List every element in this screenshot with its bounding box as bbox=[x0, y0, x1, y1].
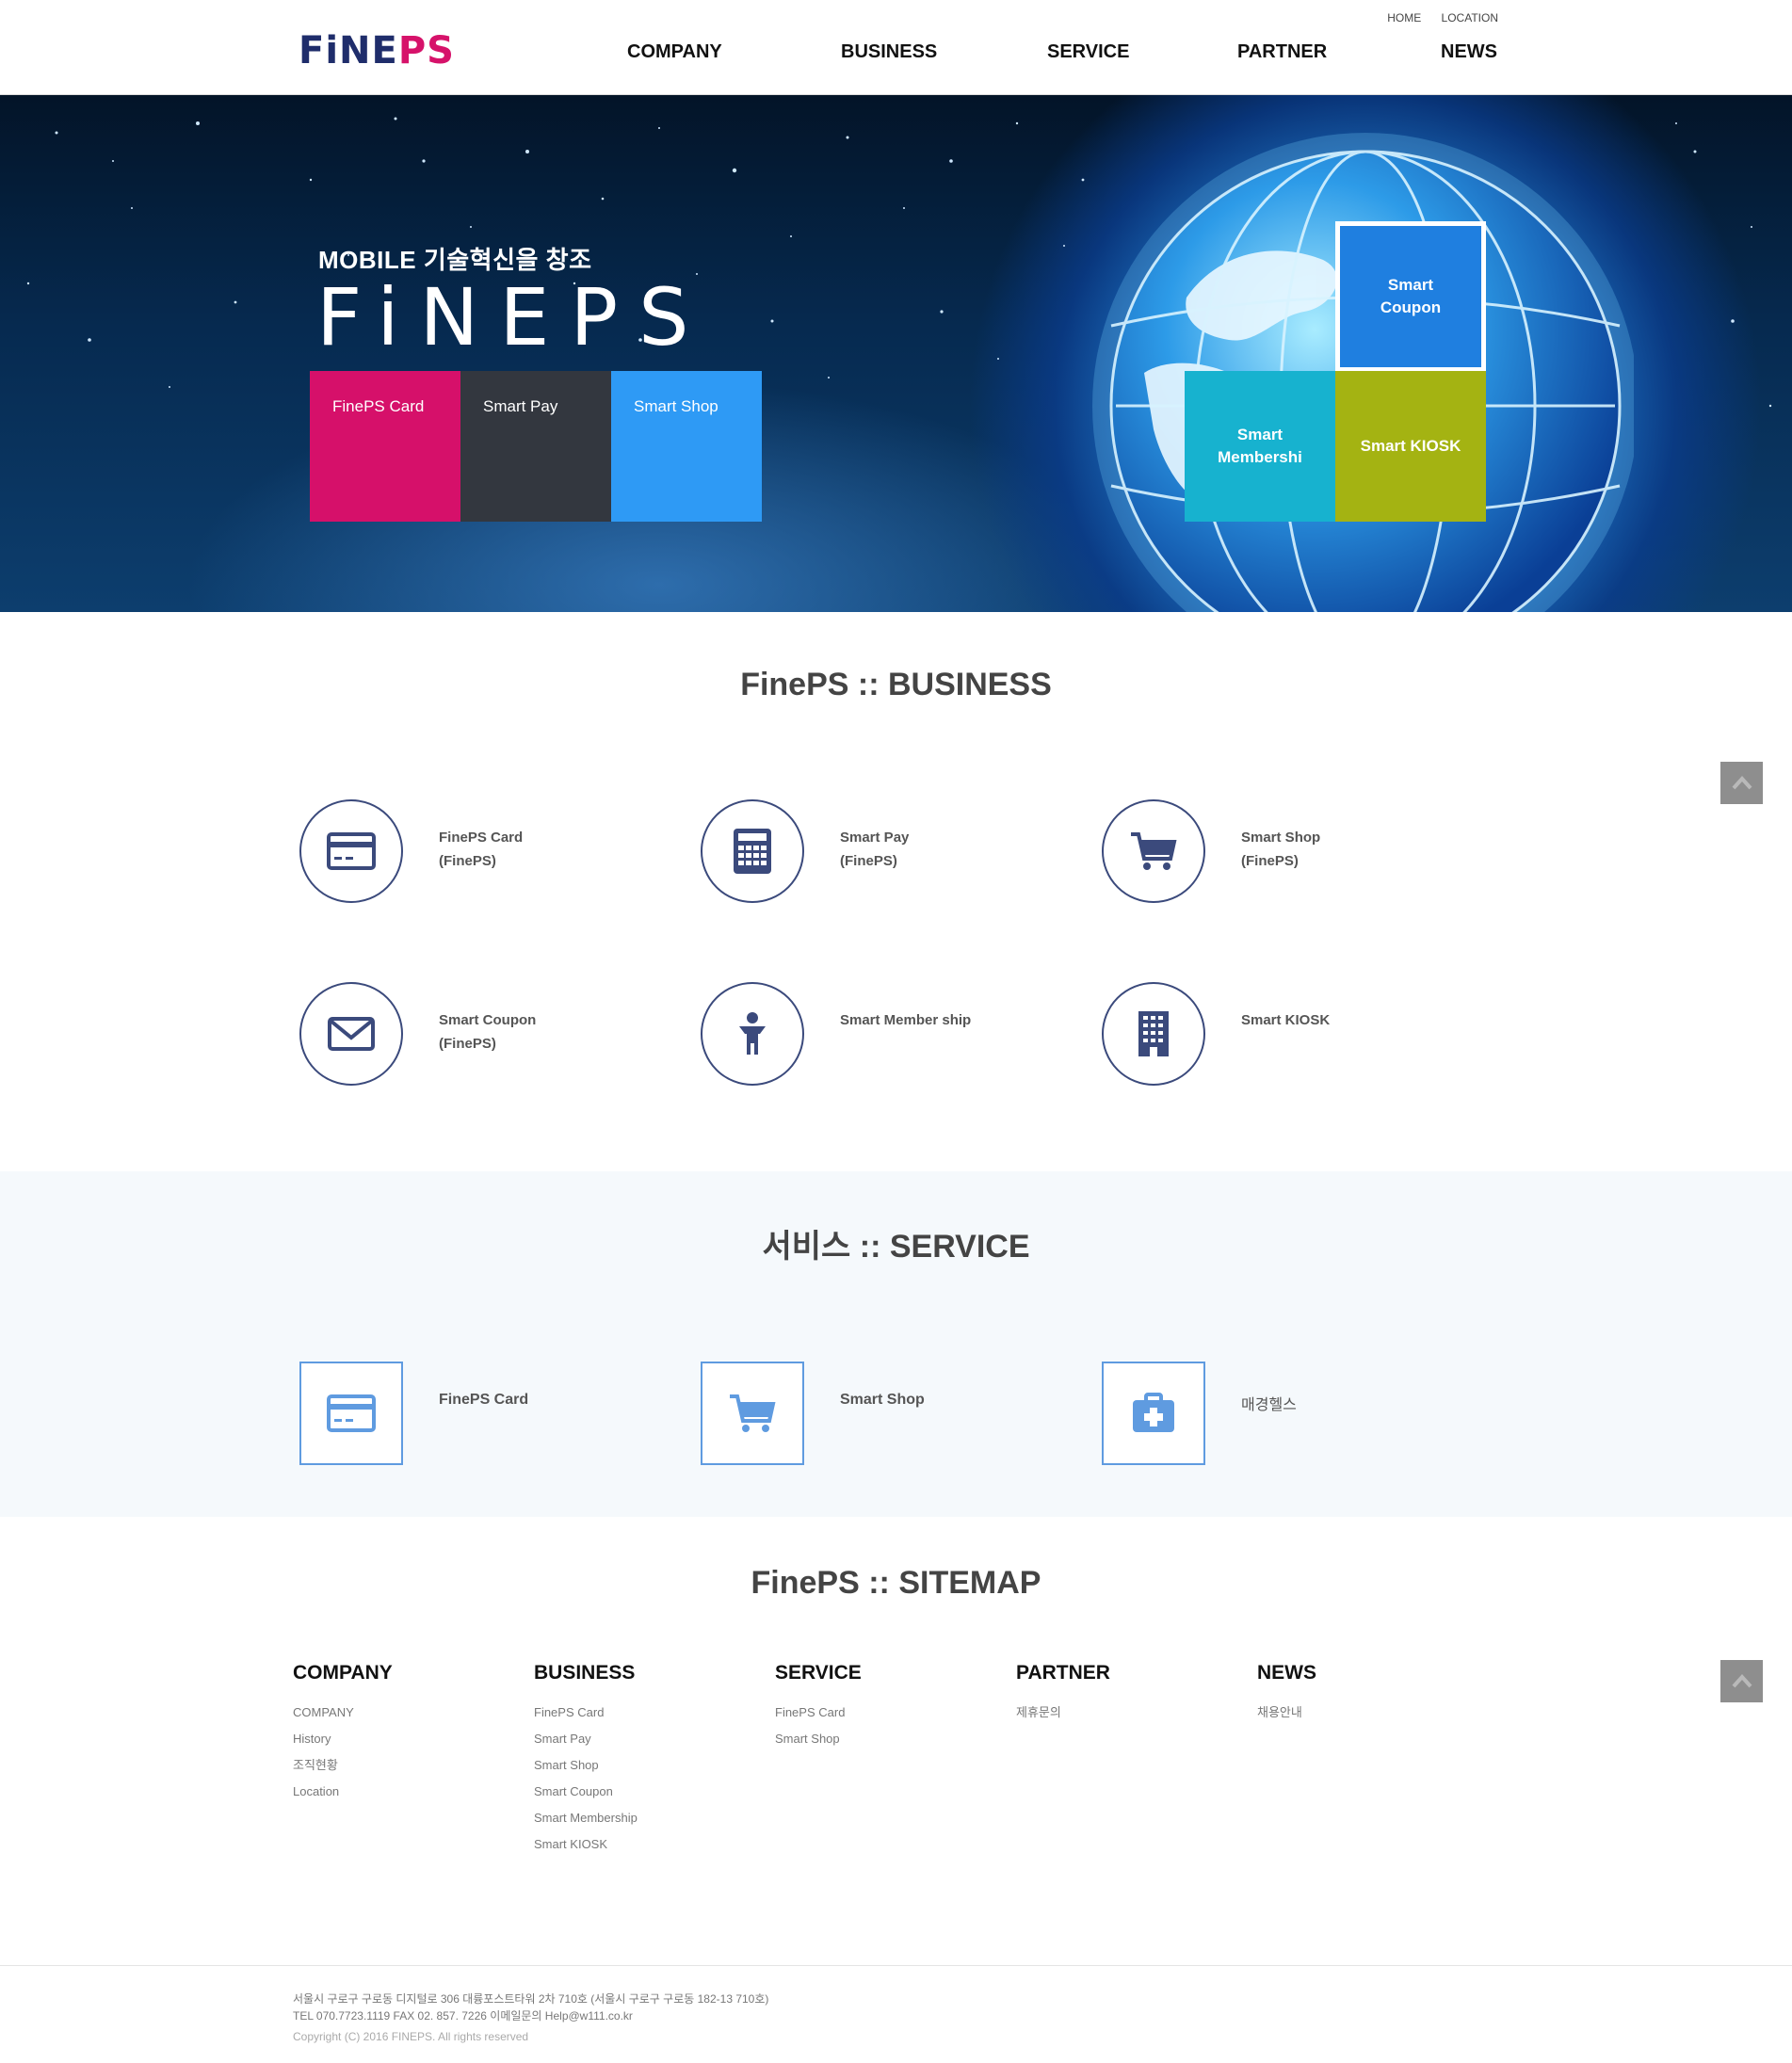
service-icon-shop[interactable] bbox=[701, 1362, 804, 1465]
scroll-top-button-2[interactable] bbox=[1720, 1660, 1763, 1702]
hero-box-fineps-card[interactable]: FinePS Card bbox=[310, 371, 460, 522]
sitemap-column-partner: PARTNER 제휴문의 bbox=[1016, 1662, 1223, 1726]
sitemap-link[interactable]: 조직현황 bbox=[293, 1752, 500, 1779]
sitemap-link[interactable]: Smart Coupon bbox=[534, 1779, 741, 1805]
sitemap-link[interactable]: Smart KIOSK bbox=[534, 1831, 741, 1858]
business-item-shop[interactable]: Smart Shop (FinePS) bbox=[1241, 826, 1320, 873]
cart-icon bbox=[730, 1394, 776, 1432]
service-item-card[interactable]: FinePS Card bbox=[439, 1392, 528, 1409]
service-icon-card[interactable] bbox=[299, 1362, 403, 1465]
business-icon-coupon[interactable] bbox=[299, 982, 403, 1086]
credit-card-icon bbox=[327, 832, 376, 870]
home-link[interactable]: HOME bbox=[1387, 11, 1421, 24]
business-icon-card[interactable] bbox=[299, 799, 403, 903]
business-title: FinePS :: BUSINESS bbox=[740, 667, 1052, 702]
sitemap-heading[interactable]: BUSINESS bbox=[534, 1662, 741, 1684]
hero-box-smart-shop[interactable]: Smart Shop bbox=[611, 371, 762, 522]
sitemap-link[interactable]: 채용안내 bbox=[1257, 1700, 1464, 1726]
footer-divider bbox=[0, 1965, 1792, 1966]
sitemap-column-news: NEWS 채용안내 bbox=[1257, 1662, 1464, 1726]
nav-news[interactable]: NEWS bbox=[1441, 41, 1497, 63]
medical-kit-icon bbox=[1133, 1393, 1174, 1432]
sitemap-column-company: COMPANY COMPANY History 조직현황 Location bbox=[293, 1662, 500, 1805]
tile-smart-kiosk[interactable]: Smart KIOSK bbox=[1335, 371, 1486, 522]
scroll-top-button[interactable] bbox=[1720, 762, 1763, 804]
footer-contact: TEL 070.7723.1119 FAX 02. 857. 7226 이메일문… bbox=[293, 2009, 633, 2023]
logo[interactable]: FiNEPS bbox=[299, 32, 455, 70]
envelope-icon bbox=[328, 1017, 375, 1051]
sitemap-link[interactable]: Smart Pay bbox=[534, 1726, 741, 1752]
sitemap-link[interactable]: COMPANY bbox=[293, 1700, 500, 1726]
sitemap-heading[interactable]: SERVICE bbox=[775, 1662, 982, 1684]
person-icon bbox=[739, 1012, 766, 1055]
business-item-kiosk[interactable]: Smart KIOSK bbox=[1241, 1008, 1330, 1032]
nav-service[interactable]: SERVICE bbox=[1047, 41, 1129, 63]
business-item-card[interactable]: FinePS Card (FinePS) bbox=[439, 826, 523, 873]
footer-address: 서울시 구로구 구로동 디지털로 306 대륭포스트타워 2차 710호 (서울… bbox=[293, 1992, 769, 2006]
sitemap-link[interactable]: FinePS Card bbox=[775, 1700, 982, 1726]
sitemap-link[interactable]: Location bbox=[293, 1779, 500, 1805]
location-link[interactable]: LOCATION bbox=[1442, 11, 1498, 24]
calculator-icon bbox=[734, 829, 771, 874]
footer-copyright: Copyright (C) 2016 FINEPS. All rights re… bbox=[293, 2030, 529, 2043]
sitemap-link[interactable]: Smart Shop bbox=[534, 1752, 741, 1779]
business-item-coupon[interactable]: Smart Coupon (FinePS) bbox=[439, 1008, 536, 1056]
nav-company[interactable]: COMPANY bbox=[627, 41, 722, 63]
credit-card-icon bbox=[327, 1394, 376, 1432]
business-icon-membership[interactable] bbox=[701, 982, 804, 1086]
sitemap-heading[interactable]: NEWS bbox=[1257, 1662, 1464, 1684]
sitemap-heading[interactable]: COMPANY bbox=[293, 1662, 500, 1684]
chevron-up-icon bbox=[1732, 776, 1752, 790]
footer: 서울시 구로구 구로동 디지털로 306 대륭포스트타워 2차 710호 (서울… bbox=[293, 1990, 768, 2045]
business-icon-pay[interactable] bbox=[701, 799, 804, 903]
hero-banner: MOBILE 기술혁신을 창조 FiNEPS FinePS Card Smart… bbox=[0, 95, 1792, 612]
sitemap-link[interactable]: History bbox=[293, 1726, 500, 1752]
header: FiNEPS HOME LOCATION COMPANY BUSINESS SE… bbox=[0, 0, 1792, 95]
sitemap-link[interactable]: Smart Shop bbox=[775, 1726, 982, 1752]
sitemap-heading[interactable]: PARTNER bbox=[1016, 1662, 1223, 1684]
globe-graphic bbox=[1092, 133, 1634, 612]
hero-title: FiNEPS bbox=[316, 271, 710, 363]
business-icon-shop[interactable] bbox=[1102, 799, 1205, 903]
sitemap-link[interactable]: 제휴문의 bbox=[1016, 1700, 1223, 1726]
cart-icon bbox=[1131, 832, 1177, 870]
sitemap-column-business: BUSINESS FinePS Card Smart Pay Smart Sho… bbox=[534, 1662, 741, 1858]
business-item-membership[interactable]: Smart Member ship bbox=[840, 1008, 971, 1032]
sitemap-column-service: SERVICE FinePS Card Smart Shop bbox=[775, 1662, 982, 1752]
service-item-health[interactable]: 매경헬스 bbox=[1241, 1392, 1297, 1414]
service-title: 서비스 :: SERVICE bbox=[762, 1229, 1030, 1265]
business-icon-kiosk[interactable] bbox=[1102, 982, 1205, 1086]
tile-smart-coupon[interactable]: Smart Coupon bbox=[1335, 221, 1486, 372]
sitemap-link[interactable]: FinePS Card bbox=[534, 1700, 741, 1726]
service-item-shop[interactable]: Smart Shop bbox=[840, 1392, 925, 1409]
utility-links: HOME LOCATION bbox=[1370, 11, 1498, 24]
building-icon bbox=[1138, 1011, 1169, 1056]
tile-smart-membership[interactable]: Smart Membershi bbox=[1185, 371, 1335, 522]
nav-partner[interactable]: PARTNER bbox=[1237, 41, 1327, 63]
chevron-up-icon bbox=[1732, 1674, 1752, 1688]
nav-business[interactable]: BUSINESS bbox=[841, 41, 937, 63]
sitemap-link[interactable]: Smart Membership bbox=[534, 1805, 741, 1831]
service-icon-health[interactable] bbox=[1102, 1362, 1205, 1465]
hero-box-smart-pay[interactable]: Smart Pay bbox=[460, 371, 611, 522]
business-item-pay[interactable]: Smart Pay (FinePS) bbox=[840, 826, 909, 873]
sitemap-title: FinePS :: SITEMAP bbox=[751, 1565, 1041, 1601]
